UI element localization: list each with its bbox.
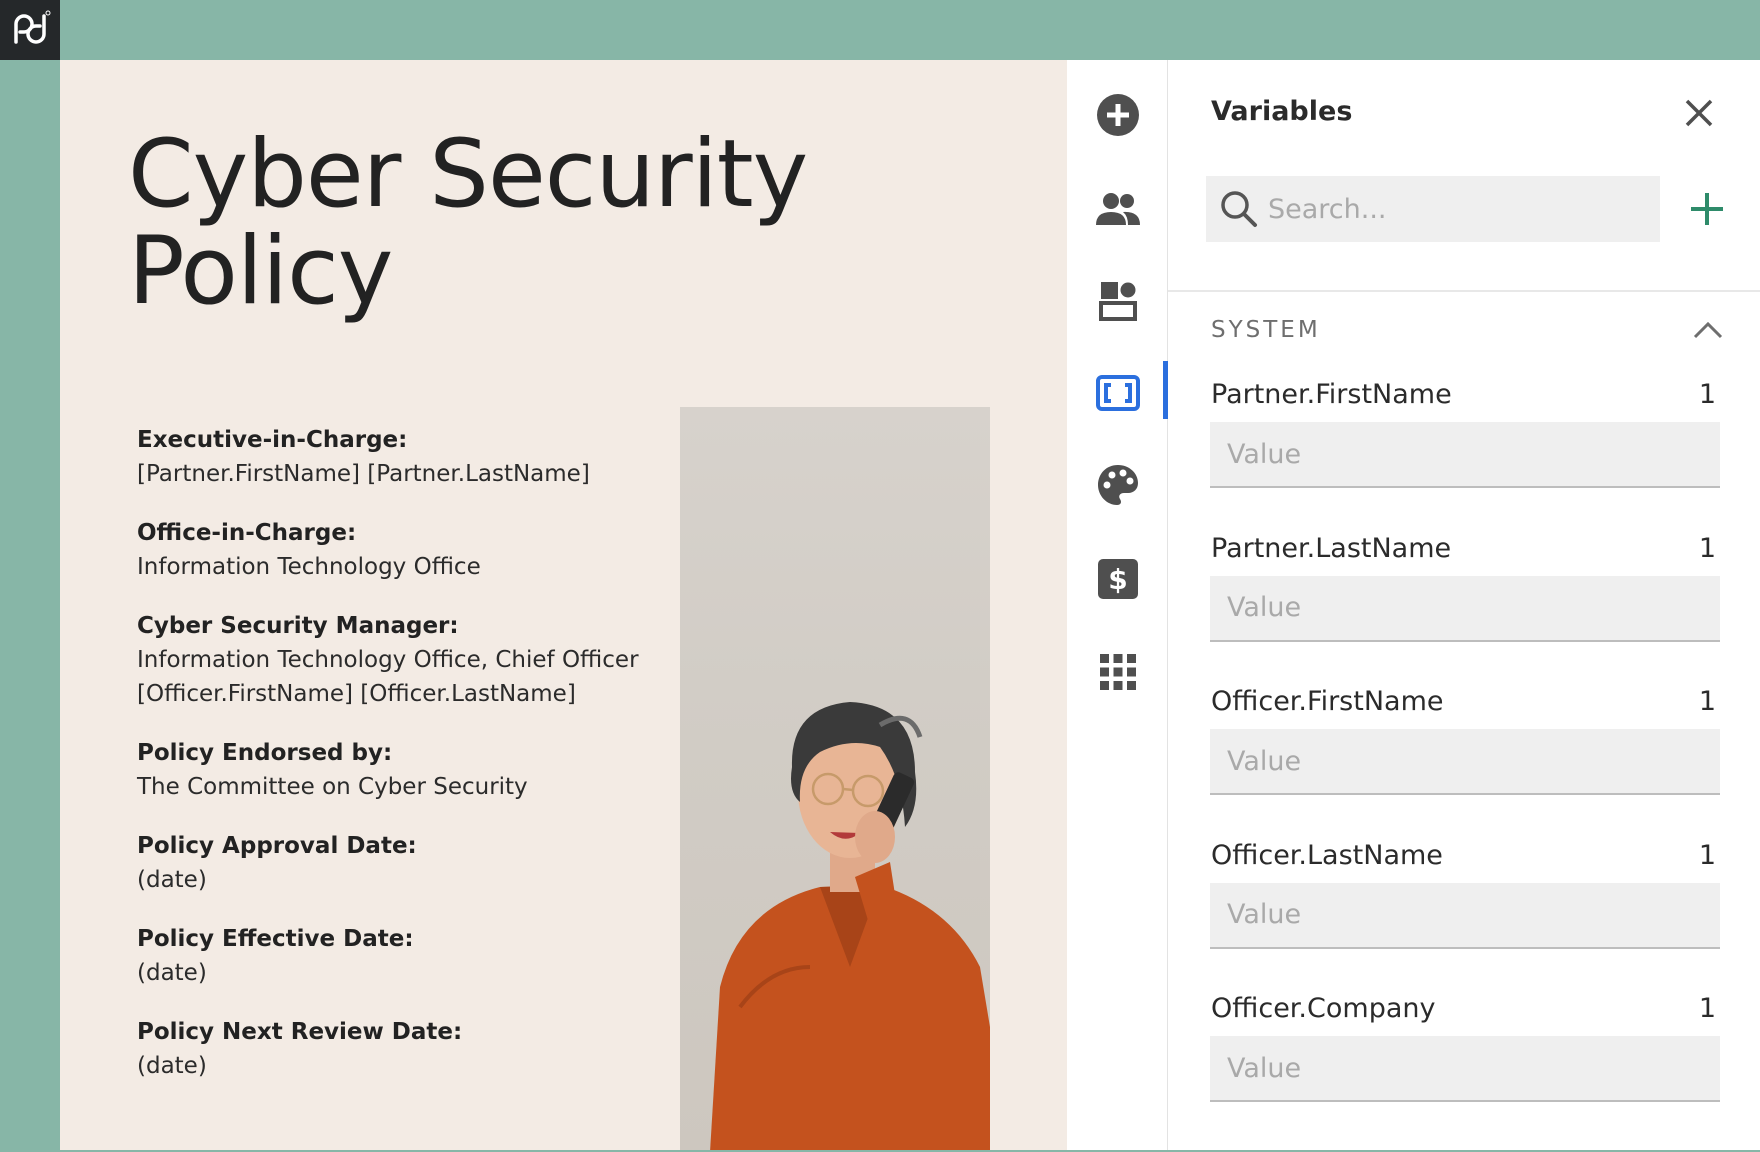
variable-usage-count: 1 xyxy=(1698,993,1716,1024)
woman-on-phone-illustration xyxy=(710,702,990,1150)
field-policy-next-review-date[interactable]: Policy Next Review Date: (date) xyxy=(137,1015,697,1083)
document-fields: Executive-in-Charge: [Partner.FirstName]… xyxy=(137,423,697,1108)
search-input[interactable] xyxy=(1268,193,1628,225)
field-value: (date) xyxy=(137,960,207,986)
close-panel-button[interactable] xyxy=(1684,98,1714,128)
close-icon xyxy=(1685,99,1713,127)
design-palette-icon xyxy=(1097,465,1138,505)
add-variable-button[interactable] xyxy=(1688,190,1726,228)
field-label: Policy Next Review Date: xyxy=(137,1019,463,1045)
variable-value-input[interactable] xyxy=(1210,575,1720,642)
field-label: Policy Endorsed by: xyxy=(137,740,393,766)
variables-panel: Variables SYSTEM Partner.FirstName 1 xyxy=(1168,60,1760,1150)
search-icon xyxy=(1221,191,1257,227)
field-policy-endorsed-by[interactable]: Policy Endorsed by: The Committee on Cyb… xyxy=(137,736,697,804)
field-office-in-charge[interactable]: Office-in-Charge: Information Technology… xyxy=(137,516,697,584)
variables-icon xyxy=(1095,375,1140,411)
field-executive-in-charge[interactable]: Executive-in-Charge: [Partner.FirstName]… xyxy=(137,423,697,491)
variable-name: Partner.FirstName xyxy=(1211,379,1452,410)
variable-value-input[interactable] xyxy=(1210,1036,1720,1102)
field-value: Information Technology Office, Chief Off… xyxy=(137,647,639,707)
variable-item: Officer.FirstName 1 xyxy=(1210,684,1720,838)
svg-text:$: $ xyxy=(1108,563,1127,596)
variable-usage-count: 1 xyxy=(1698,839,1716,871)
apps-grid-icon xyxy=(1099,654,1136,690)
variable-usage-count: 1 xyxy=(1698,686,1716,717)
left-rail xyxy=(0,60,60,1152)
rail-design-button[interactable] xyxy=(1067,453,1168,517)
app-logo[interactable] xyxy=(0,0,60,60)
field-value: (date) xyxy=(137,1053,207,1079)
field-label: Executive-in-Charge: xyxy=(137,427,408,453)
variables-list: Partner.FirstName 1 Partner.LastName 1 O… xyxy=(1210,377,1720,1145)
field-value: [Partner.FirstName] [Partner.LastName] xyxy=(137,461,590,487)
field-policy-approval-date[interactable]: Policy Approval Date: (date) xyxy=(137,829,697,897)
variable-name: Partner.LastName xyxy=(1211,532,1452,564)
variable-value-input[interactable] xyxy=(1210,882,1720,949)
rail-variables-button[interactable] xyxy=(1067,361,1168,425)
variable-usage-count: 1 xyxy=(1698,379,1716,410)
rail-apps-button[interactable] xyxy=(1067,640,1168,704)
system-section-header[interactable]: SYSTEM xyxy=(1211,310,1723,350)
rail-content-button[interactable] xyxy=(1067,269,1168,333)
pricing-dollar-icon: $ xyxy=(1097,559,1138,599)
plus-icon xyxy=(1691,193,1723,225)
panel-title: Variables xyxy=(1211,96,1353,127)
field-value: Information Technology Office xyxy=(137,554,481,580)
tool-rail: $ xyxy=(1067,60,1168,1150)
variable-item: Partner.FirstName 1 xyxy=(1210,377,1720,531)
variable-item: Officer.LastName 1 xyxy=(1210,838,1720,992)
variable-item: Officer.Company 1 xyxy=(1210,991,1720,1145)
field-cyber-security-manager[interactable]: Cyber Security Manager: Information Tech… xyxy=(137,609,697,711)
field-label: Policy Approval Date: xyxy=(137,833,417,859)
rail-recipients-button[interactable] xyxy=(1067,177,1168,241)
variable-usage-count: 1 xyxy=(1698,532,1716,564)
section-label: SYSTEM xyxy=(1211,317,1321,343)
variable-value-input[interactable] xyxy=(1210,729,1720,795)
document-page[interactable]: Cyber Security Policy Executive-in-Charg… xyxy=(60,60,1067,1150)
variable-name: Officer.LastName xyxy=(1211,839,1443,871)
field-label: Office-in-Charge: xyxy=(137,520,357,546)
top-bar xyxy=(0,0,1760,60)
field-value: (date) xyxy=(137,867,207,893)
pd-logo-icon xyxy=(14,10,51,44)
rail-pricing-button[interactable]: $ xyxy=(1067,547,1168,611)
field-label: Cyber Security Manager: xyxy=(137,613,459,639)
variable-name: Officer.Company xyxy=(1211,993,1436,1024)
content-blocks-icon xyxy=(1098,282,1137,321)
document-title[interactable]: Cyber Security Policy xyxy=(128,126,928,320)
chevron-up-icon[interactable] xyxy=(1693,321,1723,339)
recipients-icon xyxy=(1095,193,1140,225)
variable-name: Officer.FirstName xyxy=(1211,686,1444,717)
variable-value-input[interactable] xyxy=(1210,422,1720,488)
field-policy-effective-date[interactable]: Policy Effective Date: (date) xyxy=(137,922,697,990)
field-value: The Committee on Cyber Security xyxy=(137,774,528,800)
panel-divider xyxy=(1168,290,1760,292)
variable-search xyxy=(1206,176,1660,242)
rail-add-button[interactable] xyxy=(1067,83,1168,147)
add-circle-icon xyxy=(1096,94,1139,136)
field-label: Policy Effective Date: xyxy=(137,926,414,952)
cover-photo[interactable] xyxy=(680,407,990,1150)
variable-item: Partner.LastName 1 xyxy=(1210,531,1720,685)
